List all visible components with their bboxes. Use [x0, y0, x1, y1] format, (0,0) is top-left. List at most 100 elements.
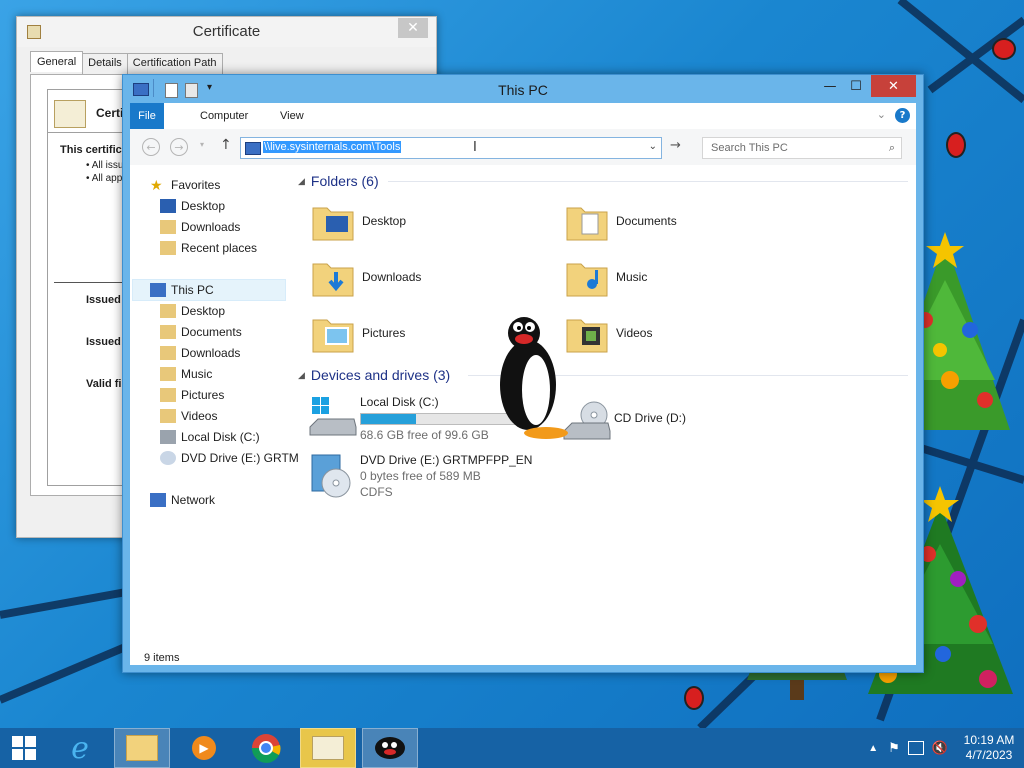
- nav-pc-videos[interactable]: Videos: [160, 406, 217, 426]
- hard-drive-icon: [309, 397, 357, 436]
- back-button[interactable]: ←: [142, 138, 160, 156]
- folder-tile-music[interactable]: Music: [564, 254, 647, 300]
- start-button[interactable]: [0, 728, 48, 768]
- folders-group-header[interactable]: ◢ Folders (6): [298, 171, 379, 191]
- nav-pc-desktop[interactable]: Desktop: [160, 301, 225, 321]
- address-dropdown-icon[interactable]: ⌄: [649, 141, 657, 152]
- ladybug-decoration: [684, 686, 704, 710]
- go-button[interactable]: →: [670, 138, 681, 153]
- nav-pc-documents[interactable]: Documents: [160, 322, 242, 342]
- explorer-window[interactable]: ▾ This PC — ☐ ✕ File Computer View ⌄ ? ←…: [122, 74, 924, 673]
- close-button[interactable]: ✕: [398, 18, 428, 38]
- search-icon[interactable]: ⌕: [889, 141, 895, 155]
- certificate-badge-icon: [54, 100, 86, 128]
- drive-tile-d[interactable]: CD Drive (D:): [562, 399, 762, 447]
- recent-locations-icon[interactable]: ▾: [200, 140, 204, 149]
- network-icon: [150, 493, 166, 507]
- nav-pc-music[interactable]: Music: [160, 364, 212, 384]
- clock[interactable]: 10:19 AM 4/7/2023: [954, 733, 1024, 763]
- folder-tile-videos[interactable]: Videos: [564, 310, 652, 356]
- devices-group-header[interactable]: ◢ Devices and drives (3): [298, 365, 450, 385]
- drive-label: Local Disk (C:): [360, 395, 439, 409]
- content-area: ★ Favorites Desktop Downloads Recent pla…: [130, 165, 916, 665]
- desktop-icon: [160, 199, 176, 213]
- close-button[interactable]: ✕: [871, 75, 916, 97]
- nav-fav-desktop[interactable]: Desktop: [160, 196, 225, 216]
- collapse-icon[interactable]: ◢: [298, 176, 305, 187]
- nav-fav-recent[interactable]: Recent places: [160, 238, 257, 258]
- minimize-button[interactable]: —: [817, 75, 843, 97]
- nav-network[interactable]: Network: [150, 490, 215, 510]
- folder-label: Downloads: [362, 270, 422, 284]
- nav-label: DVD Drive (E:) GRTM: [181, 451, 299, 465]
- text-cursor-icon: I: [473, 140, 477, 155]
- issued-by-label: Issued: [86, 336, 121, 348]
- folder-label: Videos: [616, 326, 653, 340]
- folder-icon: [160, 367, 176, 381]
- star-icon: ★: [150, 177, 163, 193]
- navigation-bar: ← → ▾ ↑ \\live.sysinternals.com\Tools I …: [130, 129, 916, 165]
- maximize-button[interactable]: ☐: [843, 75, 869, 97]
- folder-icon: [160, 346, 176, 360]
- certificate-tabs: General Details Certification Path: [30, 51, 223, 74]
- taskbar-penguin-app[interactable]: [362, 728, 418, 768]
- valid-from-label: Valid fi: [86, 378, 122, 390]
- taskbar-chrome[interactable]: [238, 728, 294, 768]
- nav-this-pc[interactable]: This PC: [132, 279, 286, 301]
- nav-label: Documents: [181, 325, 242, 339]
- taskbar-internet-explorer[interactable]: e: [52, 728, 108, 768]
- nav-label: Desktop: [181, 199, 226, 213]
- taskbar-file-explorer[interactable]: [114, 728, 170, 768]
- up-button[interactable]: ↑: [220, 137, 232, 153]
- help-icon[interactable]: ?: [895, 108, 910, 123]
- pictures-folder-icon: [312, 319, 354, 353]
- nav-fav-downloads[interactable]: Downloads: [160, 217, 240, 237]
- expand-ribbon-icon[interactable]: ⌄: [877, 108, 886, 121]
- tab-file[interactable]: File: [130, 103, 164, 129]
- certificate-bullet: • All app: [86, 173, 123, 184]
- penguin-icon: [375, 737, 405, 759]
- search-box[interactable]: Search This PC ⌕: [702, 137, 902, 159]
- tab-details[interactable]: Details: [82, 53, 128, 74]
- volume-muted-icon[interactable]: 🔇: [932, 740, 948, 756]
- address-bar[interactable]: \\live.sysinternals.com\Tools I ⌄: [240, 137, 662, 159]
- nav-favorites[interactable]: ★ Favorites: [150, 175, 220, 195]
- network-location-icon: [245, 142, 261, 155]
- chrome-icon: [251, 734, 281, 763]
- downloads-folder-icon: [312, 263, 354, 297]
- nav-label: Favorites: [171, 178, 221, 192]
- nav-label: Network: [171, 493, 216, 507]
- folder-tile-pictures[interactable]: Pictures: [310, 310, 405, 356]
- nav-pc-dvd-drive[interactable]: DVD Drive (E:) GRTM: [160, 448, 299, 468]
- forward-button[interactable]: →: [170, 138, 188, 156]
- tab-computer[interactable]: Computer: [190, 103, 258, 129]
- explorer-titlebar[interactable]: ▾ This PC — ☐ ✕: [123, 75, 923, 103]
- folder-tile-documents[interactable]: Documents: [564, 198, 677, 244]
- drive-tile-e[interactable]: DVD Drive (E:) GRTMPFPP_EN 0 bytes free …: [308, 453, 608, 503]
- videos-folder-icon: [566, 319, 608, 353]
- taskbar-certificate[interactable]: [300, 728, 356, 768]
- show-hidden-icons-icon[interactable]: ▲: [868, 743, 878, 754]
- folder-icon: [160, 304, 176, 318]
- folder-tile-desktop[interactable]: Desktop: [310, 198, 406, 244]
- nav-label: Music: [181, 367, 213, 381]
- media-player-icon: ▶: [192, 736, 216, 760]
- nav-pc-local-disk[interactable]: Local Disk (C:): [160, 427, 260, 447]
- search-input[interactable]: Search This PC: [711, 142, 788, 154]
- folder-label: Documents: [616, 214, 677, 228]
- ribbon: File Computer View ⌄ ?: [130, 103, 916, 129]
- tab-general[interactable]: General: [30, 51, 84, 72]
- action-center-flag-icon[interactable]: ⚑: [888, 740, 900, 756]
- nav-label: Pictures: [181, 388, 225, 402]
- nav-label: Recent places: [181, 241, 258, 255]
- address-input[interactable]: \\live.sysinternals.com\Tools: [263, 141, 402, 153]
- nav-pc-pictures[interactable]: Pictures: [160, 385, 224, 405]
- collapse-icon[interactable]: ◢: [298, 370, 305, 381]
- taskbar-media-player[interactable]: ▶: [176, 728, 232, 768]
- folder-tile-downloads[interactable]: Downloads: [310, 254, 421, 300]
- nav-pc-downloads[interactable]: Downloads: [160, 343, 240, 363]
- network-status-icon[interactable]: [907, 741, 924, 755]
- tab-view[interactable]: View: [270, 103, 314, 129]
- tab-certification-path[interactable]: Certification Path: [126, 53, 223, 74]
- certificate-titlebar[interactable]: Certificate ✕: [17, 17, 436, 47]
